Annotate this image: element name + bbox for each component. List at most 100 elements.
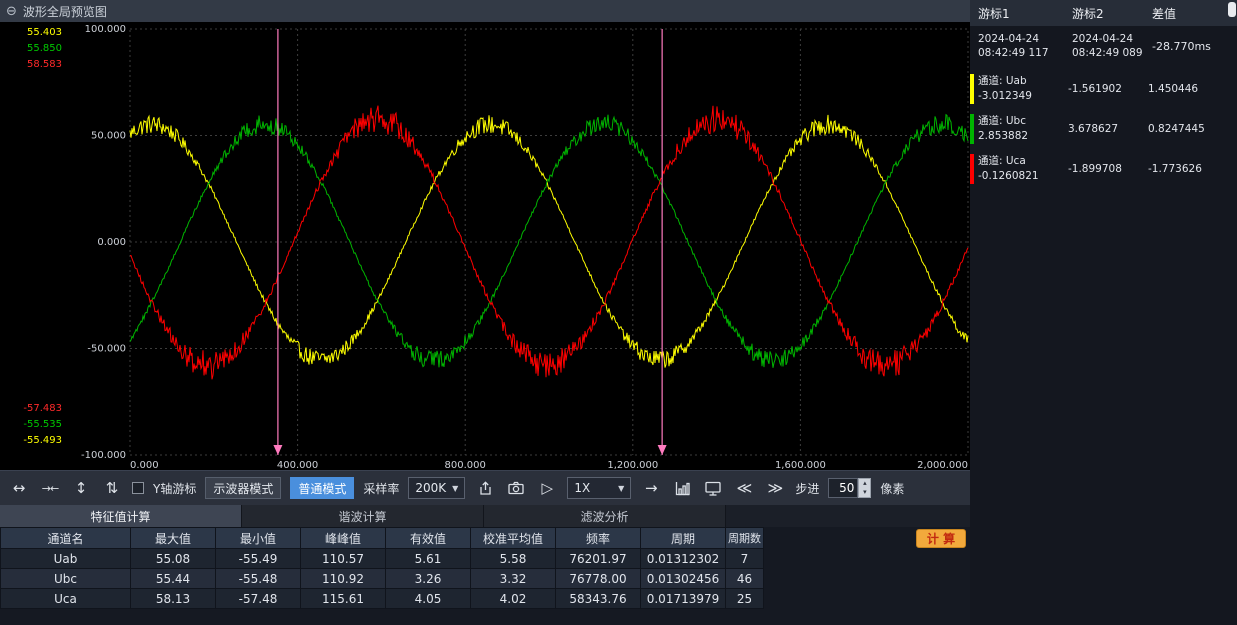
cell: 4.05 (386, 589, 471, 609)
col-cycles: 周期数 (726, 528, 764, 549)
zoom-select[interactable]: 1X ▼ (567, 477, 631, 499)
col-min: 最小值 (216, 528, 301, 549)
channel-max-label: 55.850 (27, 43, 62, 54)
camera-icon[interactable] (505, 476, 527, 500)
table-row[interactable]: Ubc 55.44 -55.48 110.92 3.26 3.32 76778.… (1, 569, 764, 589)
cursor2-header: 游标2 (1072, 5, 1152, 22)
y-tick-label: 50.000 (91, 131, 126, 142)
col-pkpk: 峰峰值 (301, 528, 386, 549)
x-tick-label: 800.000 (445, 460, 486, 470)
x-tick-label: 1,200.000 (607, 460, 658, 470)
channel-color-bar-2 (970, 114, 974, 144)
channel-color-bar-1 (970, 74, 974, 104)
channel-label: 通道: Ubc (978, 114, 1068, 129)
chart-header-bar: ⊖ 波形全局预览图 (0, 0, 970, 22)
left-region: ⊖ 波形全局预览图 0.000 400.000 800.000 1,200.000 1,… (0, 0, 970, 625)
col-rms: 有效值 (386, 528, 471, 549)
cell: 0.01713979 (641, 589, 726, 609)
col-period: 周期 (641, 528, 726, 549)
cell: 55.08 (131, 549, 216, 569)
y-tick-label: 0.000 (97, 237, 126, 248)
normal-mode-button[interactable]: 普通模式 (290, 477, 354, 499)
step-label: 步进 (795, 480, 819, 497)
col-channel: 通道名 (1, 528, 131, 549)
y-tick-label: -50.000 (87, 344, 126, 355)
cursor-channel-ubc: 通道: Ubc 2.853882 3.678627 0.8247445 (970, 114, 1237, 144)
cursor-arrow-2[interactable] (658, 445, 667, 455)
chart-toolbar: ↔ →← ↕ ⇅ Y轴游标 示波器模式 普通模式 采样率 200K ▼ ▷ 1X… (0, 470, 970, 505)
cursor-arrow-1[interactable] (273, 445, 282, 455)
scrollbar-thumb[interactable] (1228, 2, 1236, 17)
cell: 76778.00 (556, 569, 641, 589)
x-tick-label: 1,600.000 (775, 460, 826, 470)
cell: Ubc (1, 569, 131, 589)
cell: 5.58 (471, 549, 556, 569)
tab-feature-calc[interactable]: 特征值计算 (0, 505, 242, 527)
step-up-icon[interactable]: ▴ (859, 479, 870, 488)
y-axis-cursor-checkbox[interactable] (132, 482, 144, 494)
chevron-down-icon: ▼ (618, 484, 624, 493)
y-tick-label: 100.000 (85, 24, 126, 35)
channel-cursor2-value: -1.899708 (1068, 163, 1148, 175)
fast-backward-icon[interactable]: ≪ (733, 476, 755, 500)
channel-diff-value: 0.8247445 (1148, 123, 1234, 135)
x-tick-label: 0.000 (130, 460, 159, 470)
fast-forward-icon[interactable]: ≫ (764, 476, 786, 500)
cursor-time-diff: -28.770ms (1152, 40, 1237, 53)
play-icon[interactable]: ▷ (536, 476, 558, 500)
h-expand-icon[interactable]: ↔ (8, 476, 30, 500)
cell: 4.02 (471, 589, 556, 609)
table-row[interactable]: Uca 58.13 -57.48 115.61 4.05 4.02 58343.… (1, 589, 764, 609)
step-input[interactable]: 50 (828, 478, 858, 498)
step-stepper[interactable]: ▴ ▾ (858, 478, 871, 498)
histogram-icon[interactable] (671, 476, 693, 500)
step-down-icon[interactable]: ▾ (859, 488, 870, 497)
cell: 115.61 (301, 589, 386, 609)
v-expand-icon[interactable]: ↕ (70, 476, 92, 500)
channel-diff-value: -1.773626 (1148, 163, 1234, 175)
cursor-channel-uab: 通道: Uab -3.012349 -1.561902 1.450446 (970, 74, 1237, 104)
col-avg: 校准平均值 (471, 528, 556, 549)
chevron-down-icon: ▼ (452, 484, 458, 493)
x-tick-label: 400.000 (277, 460, 318, 470)
channel-cursor2-value: -1.561902 (1068, 83, 1148, 95)
calculate-button[interactable]: 计 算 (916, 529, 966, 548)
app-root: ⊖ 波形全局预览图 0.000 400.000 800.000 1,200.000 1,… (0, 0, 1237, 625)
channel-min-label: -55.493 (23, 435, 62, 446)
cell: 0.01302456 (641, 569, 726, 589)
waveform-chart[interactable]: 0.000400.000800.0001,200.0001,600.0002,0… (0, 22, 970, 470)
cell: -55.48 (216, 569, 301, 589)
y-tick-label: -100.000 (81, 450, 126, 461)
sample-rate-select[interactable]: 200K ▼ (408, 477, 465, 499)
v-compress-icon[interactable]: ⇅ (101, 476, 123, 500)
channel-cursor1-value: -0.1260821 (978, 169, 1068, 184)
zoom-value: 1X (574, 481, 590, 495)
cell: 3.26 (386, 569, 471, 589)
table-row[interactable]: Uab 55.08 -55.49 110.57 5.61 5.58 76201.… (1, 549, 764, 569)
cell: Uab (1, 549, 131, 569)
cell: 7 (726, 549, 764, 569)
analysis-tabs: 特征值计算 谐波计算 滤波分析 (0, 505, 970, 527)
channel-cursor2-value: 3.678627 (1068, 123, 1148, 135)
monitor-icon[interactable] (702, 476, 724, 500)
tab-harmonic-calc[interactable]: 谐波计算 (242, 505, 484, 527)
cursor2-time: 2024-04-24 08:42:49 089 (1072, 32, 1152, 60)
table-header-row: 通道名 最大值 最小值 峰峰值 有效值 校准平均值 频率 周期 周期数 (1, 528, 764, 549)
channel-max-label: 55.403 (27, 27, 62, 38)
col-freq: 频率 (556, 528, 641, 549)
sample-rate-label: 采样率 (363, 480, 399, 497)
oscilloscope-mode-button[interactable]: 示波器模式 (205, 477, 281, 499)
cell: 110.92 (301, 569, 386, 589)
h-compress-icon[interactable]: →← (39, 476, 61, 500)
channel-label: 通道: Uca (978, 154, 1068, 169)
cell: 55.44 (131, 569, 216, 589)
waveform-chart-area[interactable]: 0.000400.000800.0001,200.0001,600.0002,0… (0, 22, 970, 470)
cell: 76201.97 (556, 549, 641, 569)
export-icon[interactable] (474, 476, 496, 500)
diff-header: 差值 (1152, 5, 1222, 22)
cursor-panel: 游标1 游标2 差值 2024-04-24 08:42:49 117 2024-… (970, 0, 1237, 625)
collapse-icon[interactable]: ⊖ (6, 5, 17, 18)
channel-min-label: -57.483 (23, 403, 62, 414)
arrow-right-icon[interactable]: → (640, 476, 662, 500)
tab-filter-analysis[interactable]: 滤波分析 (484, 505, 726, 527)
